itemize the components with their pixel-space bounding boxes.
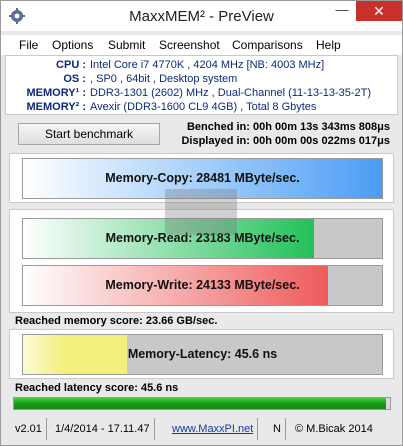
progress-bar-fill <box>14 398 387 409</box>
progress-bar <box>13 397 391 410</box>
cpu-label: CPU : <box>56 59 86 71</box>
menu-comparisons[interactable]: Comparisons <box>232 38 303 52</box>
website-link[interactable]: www.MaxxPI.net <box>168 418 259 440</box>
memory1-value: DDR3-1301 (2602) MHz , Dual-Channel (11-… <box>90 87 372 99</box>
benched-in-text: Benched in: 00h 00m 13s 343ms 808μs <box>186 121 390 133</box>
memory-copy-label: Memory-Copy: 28481 MByte/sec. <box>105 171 300 185</box>
watermark-logo <box>165 189 237 235</box>
status-date: 1/4/2014 - 17.11.47 <box>51 418 155 440</box>
latency-score-text: Reached latency score: 45.6 ns <box>15 382 179 394</box>
menu-options[interactable]: Options <box>52 38 93 52</box>
close-button[interactable]: ✕ <box>356 1 402 21</box>
memory-latency-bar: Memory-Latency: 45.6 ns <box>22 334 383 375</box>
status-flag: N <box>269 418 286 440</box>
cpu-value: Intel Core i7 4770K , 4204 MHz [NB: 4003… <box>90 59 325 71</box>
latency-panel: Memory-Latency: 45.6 ns <box>9 329 394 379</box>
memory-write-bar: Memory-Write: 24133 MByte/sec. <box>22 265 383 306</box>
memory1-label: MEMORY¹ : <box>26 87 86 99</box>
menu-file[interactable]: File <box>19 38 38 52</box>
memory2-label: MEMORY² : <box>26 101 86 113</box>
menu-submit[interactable]: Submit <box>108 38 145 52</box>
start-benchmark-button[interactable]: Start benchmark <box>18 123 160 145</box>
os-label: OS : <box>63 73 86 85</box>
menu-bar: File Options Submit Screenshot Compariso… <box>1 35 402 55</box>
title-bar: MaxxMEM² - PreView — ✕ <box>1 1 402 31</box>
benchmark-row: Start benchmark Benched in: 00h 00m 13s … <box>5 119 398 149</box>
os-value: , SP0 , 64bit , Desktop system <box>90 73 238 85</box>
memory-latency-label: Memory-Latency: 45.6 ns <box>127 347 278 361</box>
app-window: MaxxMEM² - PreView — ✕ File Options Subm… <box>0 0 403 446</box>
status-version: v2.01 <box>11 418 47 440</box>
menu-help[interactable]: Help <box>316 38 341 52</box>
memory-score-text: Reached memory score: 23.66 GB/sec. <box>15 315 218 327</box>
memory-write-label: Memory-Write: 24133 MByte/sec. <box>105 278 300 292</box>
system-info-panel: CPU : Intel Core i7 4770K , 4204 MHz [NB… <box>5 55 398 115</box>
memory2-value: Avexir (DDR3-1600 CL9 4GB) , Total 8 Gby… <box>90 101 317 113</box>
status-copyright: © M.Bicak 2014 <box>295 423 373 435</box>
displayed-in-text: Displayed in: 00h 00m 00s 022ms 017μs <box>181 135 390 147</box>
menu-screenshot[interactable]: Screenshot <box>159 38 220 52</box>
status-bar: v2.01 1/4/2014 - 17.11.47 www.MaxxPI.net… <box>1 418 402 440</box>
minimize-button[interactable]: — <box>328 1 356 21</box>
